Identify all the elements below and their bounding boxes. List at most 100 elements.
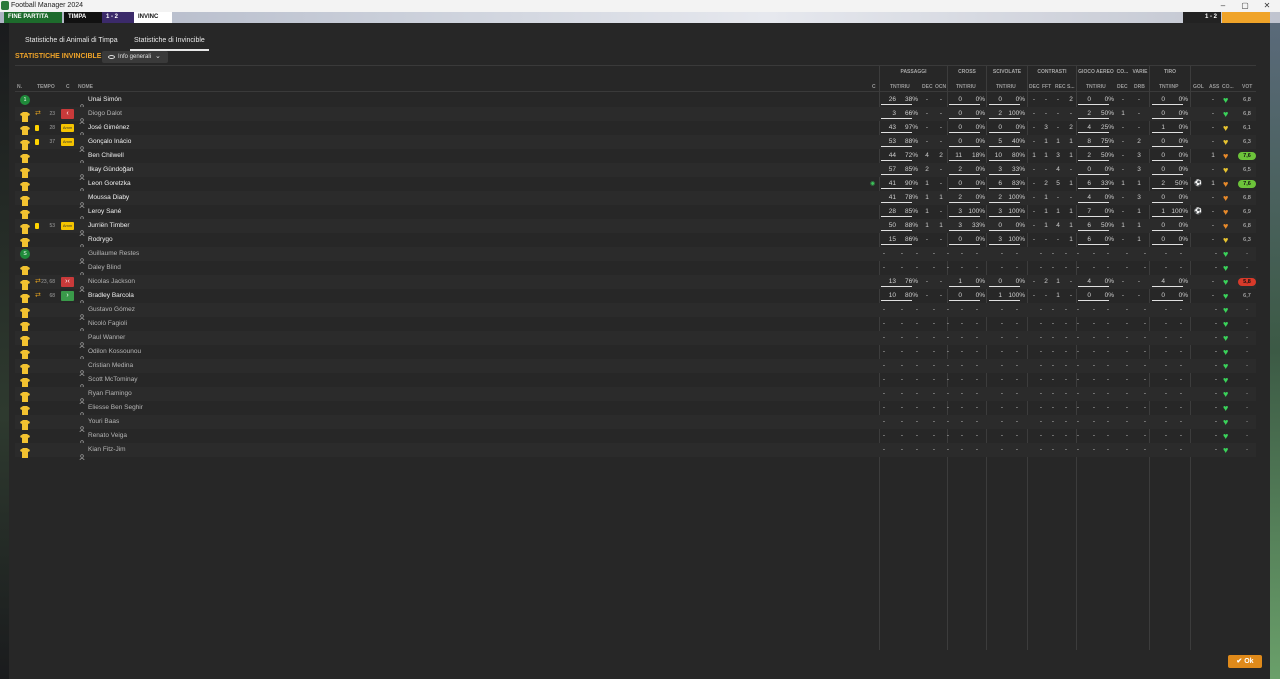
table-row[interactable]: S Guillaume Restes - - - - - - - - - - - - - - - - - - - - ♥ - xyxy=(15,247,1256,265)
empty-stat: - xyxy=(1125,432,1128,439)
col-cond[interactable]: CO... xyxy=(1222,84,1234,90)
col-pass-tnt[interactable]: TNT/RIU xyxy=(890,84,910,90)
player-name[interactable]: José Giménez xyxy=(88,121,288,135)
table-row[interactable]: Gustavo Gómez - - - - - - - - - - - - - - - - - - - - ♥ - xyxy=(15,303,1256,321)
col-cross-tnt[interactable]: TNT/RIU xyxy=(956,84,976,90)
table-row[interactable]: Leon Goretzka ◉ 41 90% 1-0 0% 6 83% -2 5 1 6 33% 1 1 2 5… xyxy=(15,177,1256,195)
player-name[interactable]: Moussa Diaby xyxy=(88,191,288,205)
ok-button[interactable]: ✔ Ok xyxy=(1228,655,1262,668)
table-row[interactable]: Ryan Flamingo - - - - - - - - - - - - - - - - - - - - ♥ - xyxy=(15,387,1256,405)
player-name[interactable]: Daley Blind xyxy=(88,261,288,275)
player-name[interactable]: Renato Veiga xyxy=(88,429,288,443)
close-icon[interactable]: ✕ xyxy=(1256,0,1278,12)
player-name[interactable]: Kian Fitz-Jim xyxy=(88,443,288,457)
tab-invincible-stats[interactable]: Statistiche di Invincible xyxy=(130,35,209,51)
col-tackle-rec[interactable]: REC xyxy=(1055,84,1066,90)
col-tackle-fft[interactable]: FFT xyxy=(1042,84,1051,90)
col-time[interactable]: TEMPO xyxy=(37,84,55,90)
col-gol[interactable]: GOL xyxy=(1193,84,1204,90)
empty-stat: - xyxy=(1179,362,1182,369)
subbed-off-badge: ‹ xyxy=(61,109,74,119)
player-name[interactable]: Youri Baas xyxy=(88,415,288,429)
player-name[interactable]: Guillaume Restes xyxy=(88,247,288,261)
table-row[interactable]: Rodrygo 15 86% - -0 0% 3 100% - - -1 6 0% -1 0 0% - ♥ 6,3 xyxy=(15,233,1256,251)
empty-stat: - xyxy=(1039,334,1042,341)
player-name[interactable]: Cristian Medina xyxy=(88,359,288,373)
player-name[interactable]: Ryan Flamingo xyxy=(88,387,288,401)
table-row[interactable]: ⇄ 68 › Bradley Barcola 10 80% - -0 0% 1 100% - -1-0 0… xyxy=(15,289,1256,307)
table-row[interactable]: Odilon Kossounou - - - - - - - - - - - - - - - - - - - - ♥ - xyxy=(15,345,1256,363)
table-row[interactable]: Leroy Sané 28 85% 1-3 100% 3 100% -1 1 1 7 0% -1 1 100… xyxy=(15,205,1256,223)
col-pass-dec[interactable]: DEC xyxy=(922,84,933,90)
table-row[interactable]: Ilkay Gündoğan 57 85% 2-2 0% 3 33% - -4-0 0% -3 0 0%… xyxy=(15,163,1256,181)
player-name[interactable]: Eliesse Ben Seghir xyxy=(88,401,288,415)
shirt-icon xyxy=(20,207,30,220)
col-ass[interactable]: ASS xyxy=(1209,84,1219,90)
player-name[interactable]: Gustavo Gómez xyxy=(88,303,288,317)
stat-bar xyxy=(1078,286,1110,287)
col-num[interactable]: N. xyxy=(17,84,22,90)
table-row[interactable]: Eliesse Ben Seghir - - - - - - - - - - - - - - - - - - - - ♥ - xyxy=(15,401,1256,419)
empty-stat: - xyxy=(1064,418,1067,425)
player-name[interactable]: Nicolò Fagioli xyxy=(88,317,288,331)
minimize-icon[interactable]: – xyxy=(1212,0,1234,12)
player-name[interactable]: Ben Chilwell xyxy=(88,149,288,163)
table-row[interactable]: Kian Fitz-Jim - - - - - - - - - - - - - - - - - - - - ♥ - xyxy=(15,443,1256,461)
player-name[interactable]: Scott McTominay xyxy=(88,373,288,387)
table-row[interactable]: 53 Amm Jurriën Timber 50 88% 1 1 3 33% 0 0% -1 4 1 6 50… xyxy=(15,219,1256,237)
col-c[interactable]: C xyxy=(66,84,70,90)
tab-timpa-stats[interactable]: Statistiche di Animali di Timpa xyxy=(25,35,118,51)
table-row[interactable]: Moussa Diaby 41 78% 1 1 2 0% 2 100% -1- -4 0% -3 0 0% -… xyxy=(15,191,1256,209)
col-name[interactable]: NOME xyxy=(78,84,93,90)
empty-stat: - xyxy=(915,362,918,369)
col-c2[interactable]: C xyxy=(872,84,876,90)
dribbles: 1 xyxy=(1137,222,1141,229)
table-row[interactable]: Youri Baas - - - - - - - - - - - - - - - - - - - - ♥ - xyxy=(15,415,1256,433)
empty-stat: - xyxy=(1092,418,1095,425)
stat-bar xyxy=(989,230,1021,231)
table-row[interactable]: ⇄ 23, 68 ›‹ Nicolas Jackson 13 76% - -1 0% 0 0% -2 1… xyxy=(15,275,1256,293)
table-row[interactable]: Daley Blind - - - - - - - - - - - - - - - - - - - - ♥ - xyxy=(15,261,1256,279)
player-name[interactable]: Odilon Kossounou xyxy=(88,345,288,359)
view-dropdown[interactable]: Info generali ⌄ xyxy=(102,51,168,63)
col-tackle-dec[interactable]: DEC xyxy=(1029,84,1040,90)
player-name[interactable]: Gonçalo Inácio xyxy=(88,135,288,149)
table-row[interactable]: Renato Veiga - - - - - - - - - - - - - - - - - - - - ♥ - xyxy=(15,429,1256,447)
player-name[interactable]: Nicolas Jackson xyxy=(88,275,288,289)
maximize-icon[interactable]: ▢ xyxy=(1234,0,1256,12)
player-name[interactable]: Leon Goretzka xyxy=(88,177,288,191)
empty-stat: - xyxy=(1125,334,1128,341)
player-name[interactable]: Ilkay Gündoğan xyxy=(88,163,288,177)
col-vot[interactable]: VOT xyxy=(1242,84,1252,90)
table-row[interactable]: Paul Wanner - - - - - - - - - - - - - - - - - - - - ♥ - xyxy=(15,331,1256,349)
table-row[interactable]: Ben Chilwell 44 72% 4 2 11 18% 10 80% 1 1 3 1 2 50% -3 0… xyxy=(15,149,1256,167)
player-name[interactable]: Jurriën Timber xyxy=(88,219,288,233)
player-name[interactable]: Paul Wanner xyxy=(88,331,288,345)
rating-pill: 5,8 xyxy=(1238,278,1256,286)
table-row[interactable]: 1 Unai Simón 26 38% - -0 0% 0 0% - - -2 0 0% - -0 0% - ♥ 6,… xyxy=(15,93,1256,111)
player-name[interactable]: Bradley Barcola xyxy=(88,289,288,303)
empty-stat: - xyxy=(915,376,918,383)
table-row[interactable]: 37 Amm Gonçalo Inácio 53 88% - -0 0% 5 40% -1 1 1 8 75… xyxy=(15,135,1256,153)
col-aerial-tnt[interactable]: TNT/RIU xyxy=(1086,84,1106,90)
col-shot-tnt[interactable]: TNT/INP xyxy=(1159,84,1178,90)
table-row[interactable]: Nicolò Fagioli - - - - - - - - - - - - - - - - - - - - ♥ - xyxy=(15,317,1256,335)
col-drb[interactable]: DRB xyxy=(1134,84,1145,90)
table-row[interactable]: ⇄ 23 ‹ Diogo Dalot 3 66% - -0 0% 2 100% - - - -2 50% 1-0… xyxy=(15,107,1256,125)
empty-stat: - xyxy=(975,250,978,257)
continue-tab[interactable] xyxy=(1222,12,1270,23)
dribbles: - xyxy=(1137,124,1141,131)
player-name[interactable]: Leroy Sané xyxy=(88,205,288,219)
col-tackle-s[interactable]: S... xyxy=(1067,84,1075,90)
col-pass-ocn[interactable]: OCN xyxy=(935,84,946,90)
empty-stat: - xyxy=(1143,334,1146,341)
empty-stat: - xyxy=(960,432,963,439)
col-co-dec[interactable]: DEC xyxy=(1117,84,1128,90)
table-row[interactable]: Cristian Medina - - - - - - - - - - - - - - - - - - - - ♥ - xyxy=(15,359,1256,377)
table-row[interactable]: Scott McTominay - - - - - - - - - - - - - - - - - - - - ♥ - xyxy=(15,373,1256,391)
table-row[interactable]: 28 Amm José Giménez 43 97% - -0 0% 0 0% -3-2 4 25% - -… xyxy=(15,121,1256,139)
col-slide-tnt[interactable]: TNT/RIU xyxy=(996,84,1016,90)
player-name[interactable]: Rodrygo xyxy=(88,233,288,247)
player-name[interactable]: Diogo Dalot xyxy=(88,107,288,121)
player-name[interactable]: Unai Simón xyxy=(88,93,288,107)
